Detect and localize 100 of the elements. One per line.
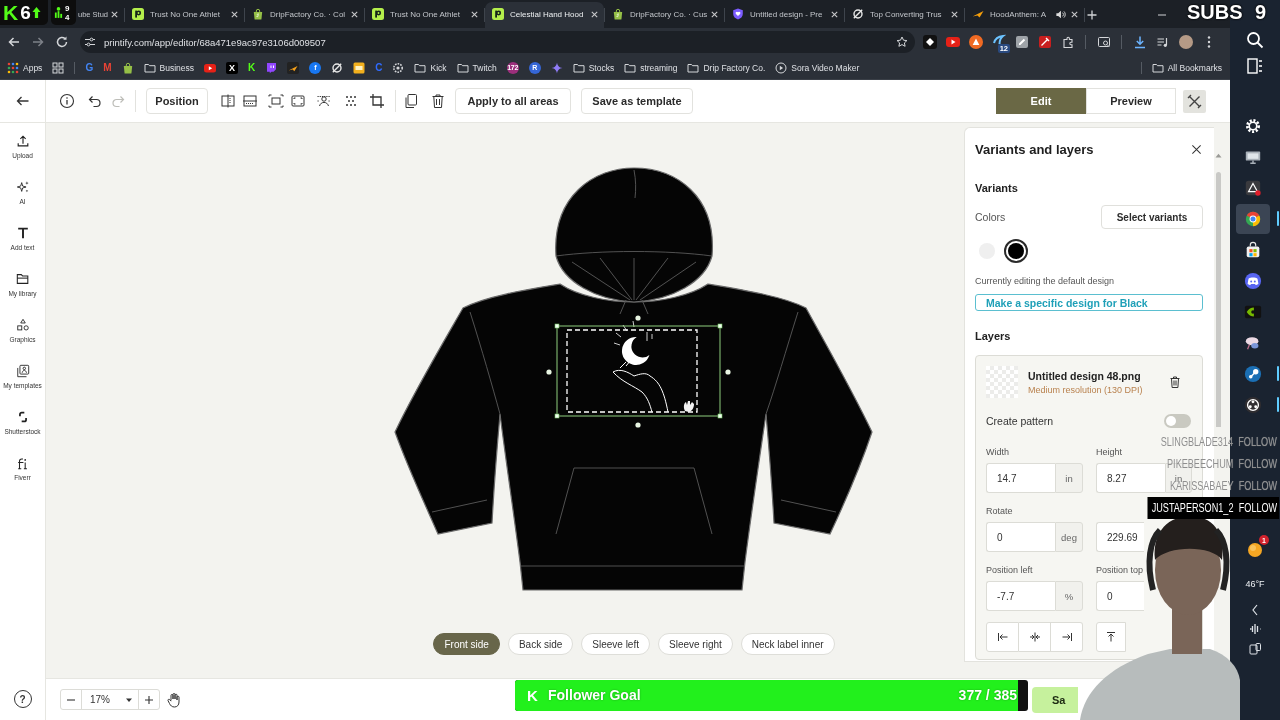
color-swatch[interactable] [1004,239,1028,263]
side-tab[interactable]: Sleeve right [658,633,733,655]
crop-icon[interactable] [369,93,385,109]
star-icon[interactable] [896,36,908,48]
save-button[interactable]: Sa [1032,686,1078,713]
window-list-icon[interactable] [1245,56,1265,76]
note-pencil-icon[interactable] [1014,35,1029,49]
playlist-icon[interactable] [1155,35,1170,49]
side-tab[interactable]: Sleeve left [581,633,650,655]
sliders-icon[interactable] [84,36,96,48]
address-bar[interactable]: printify.com/app/editor/68a471e9ac97e3106d009507 [80,31,915,53]
hand-moon-artwork[interactable] [612,320,669,413]
resize-handle[interactable] [725,369,731,375]
resize-handle[interactable] [717,413,723,419]
split-horizontal-icon[interactable] [242,93,258,109]
side-tab[interactable]: Front side [433,633,500,655]
profile-avatar[interactable] [1178,35,1193,49]
scrollbar-thumb[interactable] [1216,172,1221,427]
audio-wave-icon[interactable] [1248,622,1262,636]
pattern-toggle[interactable] [1164,414,1191,428]
copy-icon[interactable] [403,93,419,109]
resize-handle[interactable] [554,323,560,329]
chat-bubble-icon[interactable] [265,61,278,74]
trash-icon[interactable] [430,93,446,109]
browser-tab[interactable]: Untitled design - Pre [725,2,844,28]
align-button[interactable] [986,622,1019,652]
bookmark-folder[interactable]: Business [143,61,194,74]
resize-handle[interactable] [554,413,560,419]
note-tile-icon[interactable] [353,61,366,74]
fill-frame-icon[interactable] [290,93,306,109]
undo-icon[interactable] [87,93,103,109]
search-icon[interactable] [1245,30,1265,50]
align-button[interactable] [1019,622,1051,652]
zoom-select[interactable]: 17% [82,694,138,705]
download-icon[interactable] [1132,35,1147,49]
info-icon[interactable] [59,93,75,109]
bookmark-favicon[interactable]: X [226,61,238,74]
bookmark-favicon[interactable]: K [248,61,256,74]
gear-icon[interactable] [392,61,405,74]
scroll-up-arrow-icon[interactable] [1215,153,1222,158]
help-button[interactable]: ? [13,690,32,708]
mode-tab[interactable]: Preview [1086,88,1176,114]
person-frame-icon[interactable] [316,93,332,109]
save-template-button[interactable]: Save as template [581,88,693,114]
reload-icon[interactable] [54,34,70,50]
align-button[interactable] [1096,622,1126,652]
browser-tab[interactable]: Trust No One Athlet [365,2,484,28]
bookmark-folder[interactable]: Drip Factory Co. [687,61,766,74]
position-button[interactable]: Position [146,88,208,114]
sparkle-icon[interactable] [550,61,563,74]
marker-icon[interactable] [1037,35,1052,49]
browser-tab[interactable]: DripFactory Co. · Col [245,2,364,28]
fit-frame-icon[interactable] [268,93,284,109]
bookmark-folder[interactable]: Stocks [572,61,615,74]
tab-search-icon[interactable] [1096,35,1111,49]
number-input[interactable]: 0 [986,522,1055,552]
bookmark-folder[interactable]: Kick [414,61,447,74]
number-input[interactable]: 8.27 [1096,463,1165,493]
swoosh-icon[interactable] [287,61,300,74]
bookmark-folder[interactable]: All Bookmarks [1151,61,1222,74]
taskbar-button[interactable] [1236,203,1270,234]
crossed-tools-icon[interactable] [1183,89,1206,113]
shopping-bag-icon[interactable] [121,61,134,74]
diamond-icon[interactable] [922,35,937,49]
bookmark-link[interactable]: Sora Video Maker [775,61,860,74]
browser-tab[interactable]: Top Converting Trus [845,2,964,28]
bookmark-folder[interactable]: streaming [624,61,678,74]
plus-icon[interactable] [143,693,155,706]
play-button-icon[interactable] [204,61,216,74]
browser-tab[interactable]: HoodAnthem: A [965,2,1084,28]
browser-tab[interactable]: DripFactory Co. · Cus [605,2,724,28]
number-input[interactable]: -7.7 [986,581,1055,611]
side-tab[interactable]: Neck label inner [740,633,835,655]
rotate-handle[interactable] [635,315,641,321]
browser-tab[interactable]: Trust No One Athlet [125,2,244,28]
select-variants-button[interactable]: Select variants [1101,205,1203,229]
resize-handle[interactable] [717,323,723,329]
bookmark-favicon[interactable]: G [85,61,94,74]
trash-icon[interactable] [1169,376,1181,388]
apps-bookmark[interactable]: Apps [7,61,43,74]
align-button[interactable] [1051,622,1083,652]
close-icon[interactable] [1191,143,1202,155]
slashed-circle-icon[interactable] [331,61,344,74]
number-input[interactable]: 229.69 [1096,522,1144,552]
bookmark-folder[interactable]: Twitch [456,61,497,74]
resize-handle[interactable] [546,369,552,375]
number-input[interactable]: 0 [1096,581,1144,611]
apply-all-button[interactable]: Apply to all areas [455,88,571,114]
devices-icon[interactable] [1248,642,1262,656]
hand-icon[interactable] [166,691,182,708]
play-button-icon[interactable] [945,35,960,49]
puzzle-icon[interactable] [1060,35,1075,49]
wave-icon[interactable] [991,32,1006,47]
browser-tab[interactable]: Celestial Hand Hood [485,2,604,28]
speaker-icon[interactable] [1055,8,1066,20]
chevron-left-icon[interactable] [1250,602,1260,618]
number-input[interactable]: 14.7 [986,463,1055,493]
resize-handle[interactable] [635,422,641,428]
dots-pattern-icon[interactable] [343,93,359,109]
split-vertical-icon[interactable] [220,93,236,109]
